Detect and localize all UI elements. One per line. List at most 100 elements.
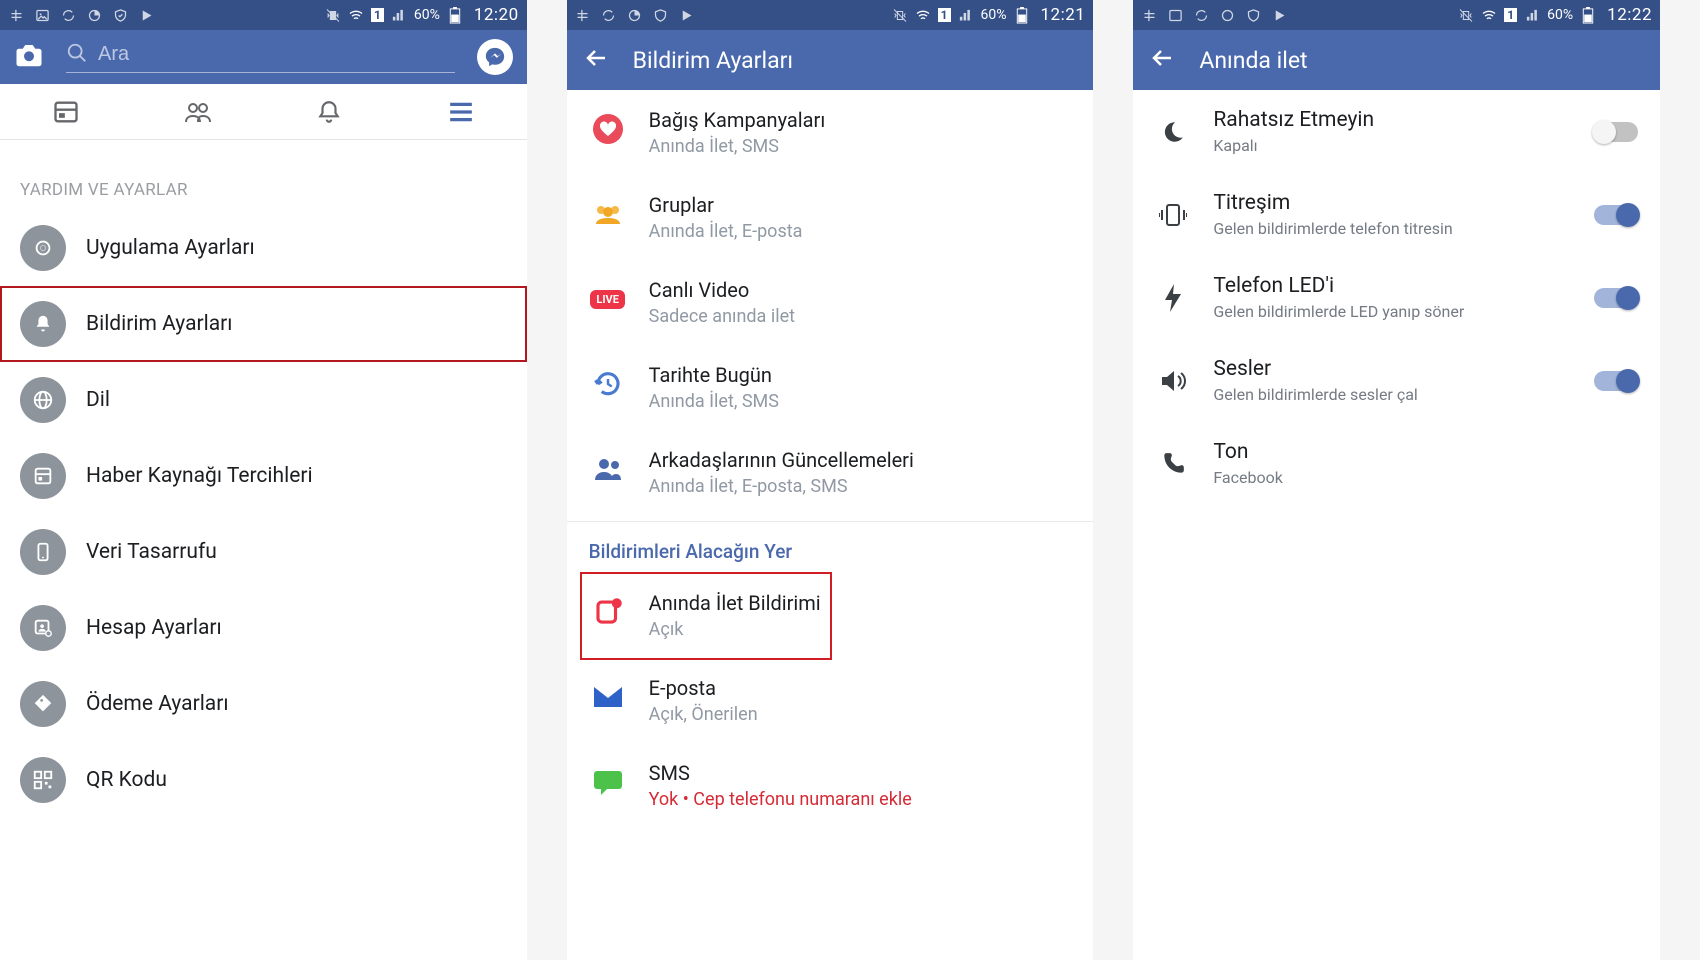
row-email[interactable]: E-posta Açık, Önerilen [567,658,1094,743]
hash-icon [8,7,24,23]
feed-pref-icon [20,453,66,499]
messenger-button[interactable] [477,39,513,75]
battery-icon [1580,7,1596,23]
menu-item-label: Bildirim Ayarları [86,312,232,336]
friends-icon [589,450,627,488]
menu-item-label: Dil [86,388,110,412]
row-title: Gruplar [649,193,803,217]
back-arrow-icon[interactable] [1151,46,1175,74]
fb-top-bar [0,30,527,84]
sync-icon [1193,7,1209,23]
section-header-receive: Bildirimleri Alacağın Yer [567,521,1094,573]
menu-item-label: Ödeme Ayarları [86,692,229,716]
row-title: Rahatsız Etmeyin [1213,108,1572,132]
row-sub: Anında İlet, E-posta [649,221,803,242]
clock: 12:21 [1041,5,1086,25]
row-title: Titreşim [1213,191,1572,215]
row-sms[interactable]: SMS Yok • Cep telefonu numaranı ekle [567,743,1094,828]
toggle-led[interactable] [1594,288,1638,308]
row-sub: Anında İlet, SMS [649,136,826,157]
wifi-icon [348,7,364,23]
row-title: Telefon LED'i [1213,274,1572,298]
sync-icon [60,7,76,23]
menu-notification-settings[interactable]: Bildirim Ayarları [0,286,527,362]
row-tone[interactable]: Ton Facebook [1133,422,1660,505]
menu-item-label: QR Kodu [86,768,167,792]
row-led[interactable]: Telefon LED'i Gelen bildirimlerde LED ya… [1133,256,1660,339]
price-tag-icon [20,681,66,727]
menu-data-saver[interactable]: Veri Tasarrufu [0,514,527,590]
row-title: Canlı Video [649,278,795,302]
row-fundraisers[interactable]: Bağış Kampanyaları Anında İlet, SMS [567,90,1094,175]
wifi-icon [1481,7,1497,23]
row-friend-updates[interactable]: Arkadaşlarının Güncellemeleri Anında İle… [567,430,1094,515]
row-push[interactable]: Anında İlet Bildirimi Açık [567,573,1094,658]
menu-list: Uygulama Ayarları Bildirim Ayarları Dil … [0,210,527,818]
speaker-icon [1155,363,1191,399]
row-vibrate[interactable]: Titreşim Gelen bildirimlerde telefon tit… [1133,173,1660,256]
play-icon [1271,7,1287,23]
clock: 12:22 [1607,5,1652,25]
clock: 12:20 [474,5,519,25]
app-bar: Anında ilet [1133,30,1660,90]
live-icon: LIVE [589,280,627,318]
moon-icon [1155,114,1191,150]
search-icon [66,42,88,68]
tab-menu[interactable] [395,84,527,139]
row-dnd[interactable]: Rahatsız Etmeyin Kapalı [1133,90,1660,173]
search-field-wrap[interactable] [66,42,455,73]
row-title: Bağış Kampanyaları [649,108,826,132]
tab-feed[interactable] [0,84,132,139]
row-sub: Gelen bildirimlerde sesler çal [1213,385,1572,404]
row-sub: Anında İlet, E-posta, SMS [649,476,914,497]
globe-icon [20,377,66,423]
gear-icon [20,225,66,271]
mail-icon [589,678,627,716]
vibrate-icon [1458,7,1474,23]
screen-2-notification-settings: 1 60% 12:21 Bildirim Ayarları Bağış Kamp… [567,0,1134,960]
battery-icon [1014,7,1030,23]
menu-payment-settings[interactable]: Ödeme Ayarları [0,666,527,742]
search-input[interactable] [98,43,455,66]
back-arrow-icon[interactable] [585,46,609,74]
row-on-this-day[interactable]: Tarihte Bugün Anında İlet, SMS [567,345,1094,430]
signal-icon [958,7,974,23]
toggle-sounds[interactable] [1594,371,1638,391]
menu-item-label: Hesap Ayarları [86,616,222,640]
row-sounds[interactable]: Sesler Gelen bildirimlerde sesler çal [1133,339,1660,422]
row-sub: Gelen bildirimlerde telefon titresin [1213,219,1572,238]
hash-icon [575,7,591,23]
row-title: Sesler [1213,357,1572,381]
phone-icon [20,529,66,575]
menu-qr-code[interactable]: QR Kodu [0,742,527,818]
image-icon [1167,7,1183,23]
pie-icon [627,7,643,23]
row-groups[interactable]: Gruplar Anında İlet, E-posta [567,175,1094,260]
tab-notifications[interactable] [263,84,395,139]
menu-app-settings[interactable]: Uygulama Ayarları [0,210,527,286]
push-settings-list: Rahatsız Etmeyin Kapalı Titreşim Gelen b… [1133,90,1660,505]
row-sub: Açık [649,619,821,640]
row-title: Tarihte Bugün [649,363,779,387]
page-title: Anında ilet [1199,47,1307,74]
pie-icon [1219,7,1235,23]
battery-percent: 60% [981,7,1007,23]
menu-account-settings[interactable]: Hesap Ayarları [0,590,527,666]
toggle-dnd[interactable] [1594,122,1638,142]
menu-language[interactable]: Dil [0,362,527,438]
row-title: Arkadaşlarının Güncellemeleri [649,448,914,472]
camera-icon[interactable] [14,42,44,72]
row-live-video[interactable]: LIVE Canlı Video Sadece anında ilet [567,260,1094,345]
menu-newsfeed-prefs[interactable]: Haber Kaynağı Tercihleri [0,438,527,514]
toggle-vibrate[interactable] [1594,205,1638,225]
history-icon [589,365,627,403]
battery-percent: 60% [1547,7,1573,23]
image-icon [34,7,50,23]
row-sub: Anında İlet, SMS [649,391,779,412]
section-header: YARDIM VE AYARLAR [0,140,527,210]
row-sub: Gelen bildirimlerde LED yanıp söner [1213,302,1572,321]
row-sub: Facebook [1213,468,1638,487]
tab-friends[interactable] [132,84,264,139]
row-sub: Yok • Cep telefonu numaranı ekle [649,789,912,810]
sms-icon [589,763,627,801]
